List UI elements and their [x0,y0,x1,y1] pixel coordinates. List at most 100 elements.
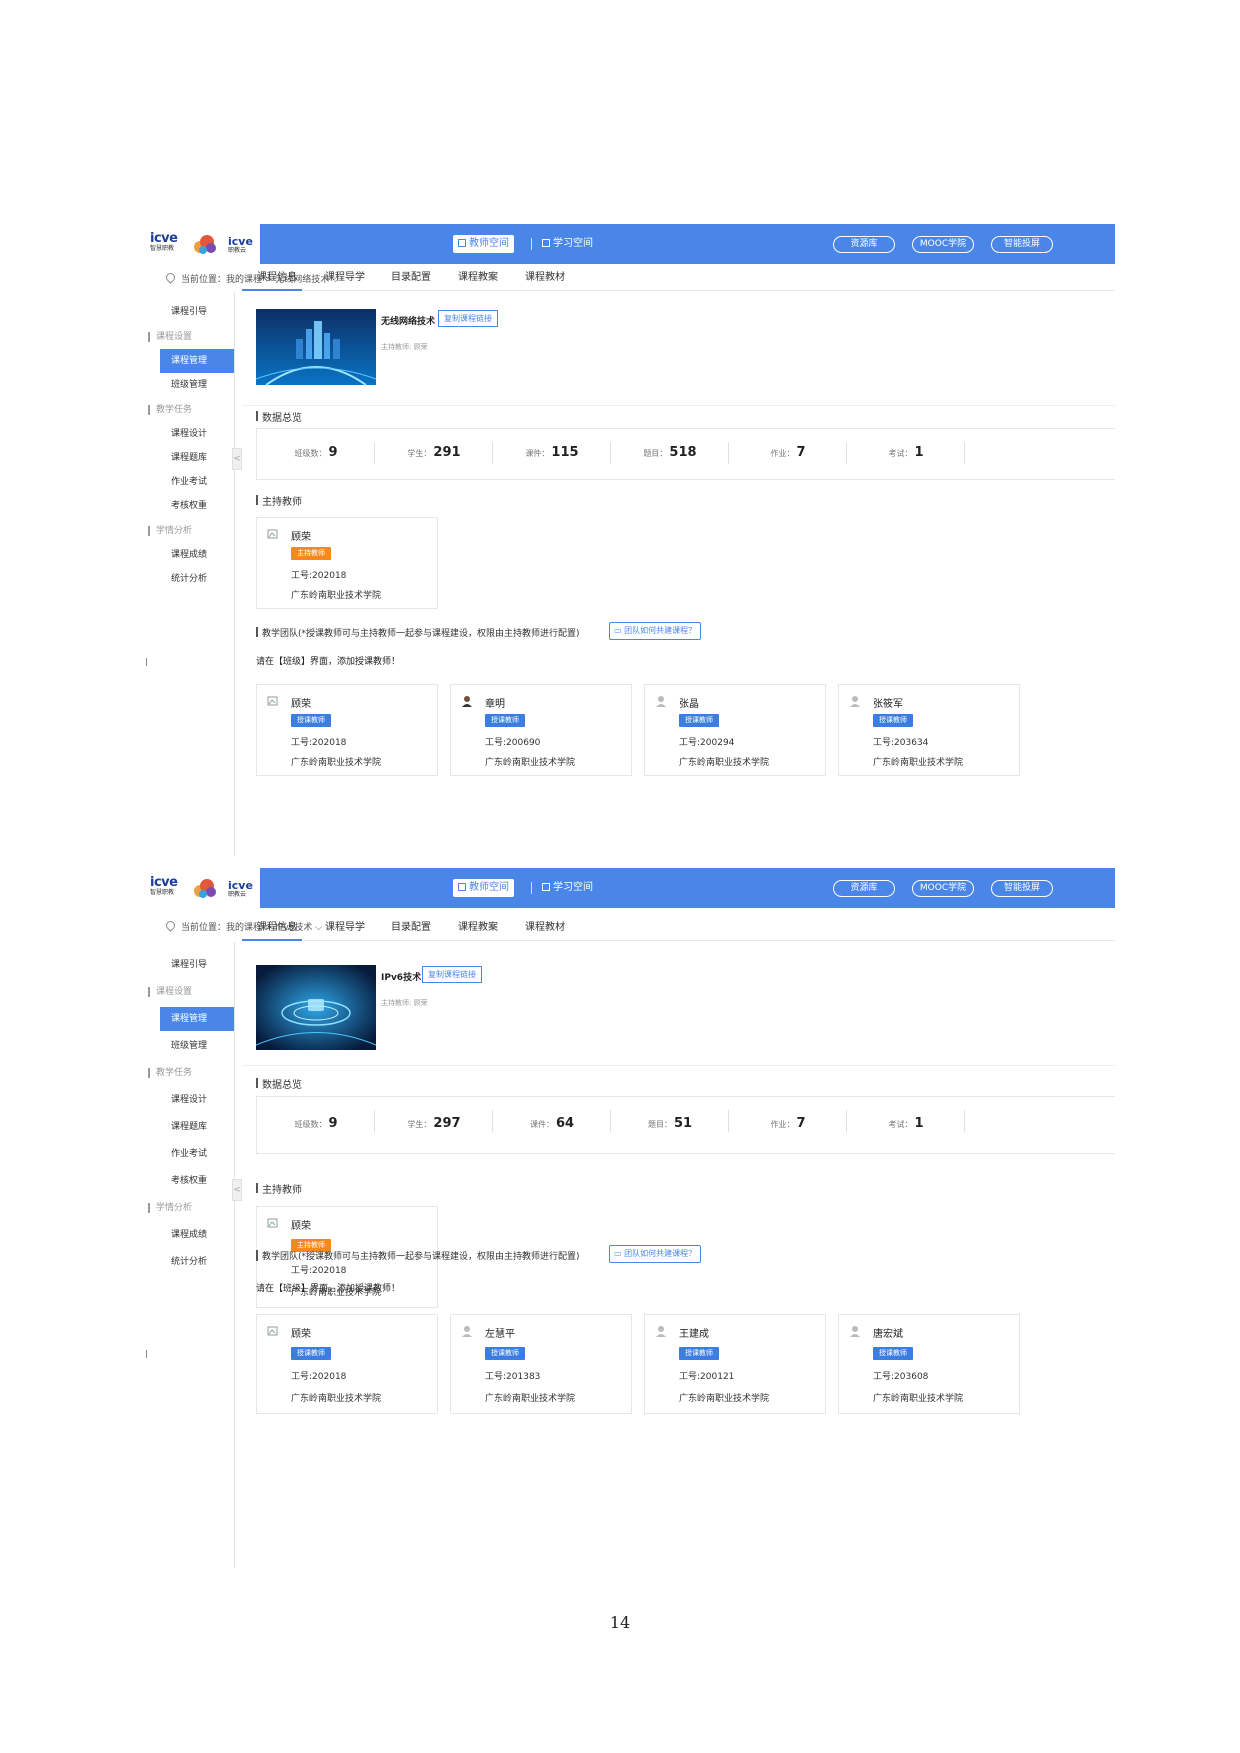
team-card[interactable]: 章明 授课教师 工号:200690 广东岭南职业技术学院 [450,684,632,776]
mooc-button[interactable]: MOOC学院 [912,236,974,253]
teacher-name: 顾荣 [291,699,311,710]
smart-projection-button[interactable]: 智能投屏 [991,880,1053,897]
person-photo-icon [462,696,472,707]
stat-students: 学生： 297 [375,1097,493,1151]
logo-area[interactable]: icve 智慧职教 icve 职教云 [148,868,260,908]
sidebar-collapse-button[interactable]: < [232,448,242,470]
page-edge-mark [146,1350,147,1358]
sidebar-item-statistics[interactable]: 统计分析 [160,567,234,591]
host-teacher-heading: 主持教师 [256,493,302,508]
sidebar-item-class-management[interactable]: 班级管理 [160,373,234,397]
teaching-team-heading: 教学团队(*授课教师可与主持教师一起参与课程建设，权限由主持教师进行配置) [256,626,580,639]
teacher-school: 广东岭南职业技术学院 [291,591,382,601]
teacher-id: 工号:202018 [291,1266,347,1276]
teacher-id: 工号:200121 [679,1372,735,1382]
tab-divider [531,882,532,894]
user-silhouette-icon [462,1326,472,1337]
sidebar-item-course-grades[interactable]: 课程成绩 [160,1223,234,1247]
tab-course-guide[interactable]: 课程导学 [325,918,365,938]
active-tab-indicator [242,289,302,291]
stat-questions: 题目： 51 [611,1097,729,1151]
sidebar-item-course-design[interactable]: 课程设计 [160,422,234,446]
tab-course-info[interactable]: 课程信息 [257,268,297,288]
course-cover-image [256,309,376,385]
teacher-id: 工号:203608 [873,1372,929,1382]
icve-logo: icve 智慧职教 [150,875,178,896]
stat-courseware: 课件： 64 [493,1097,611,1151]
tab-catalog-config[interactable]: 目录配置 [391,268,431,288]
team-card[interactable]: 张晶 授课教师 工号:200294 广东岭南职业技术学院 [644,684,826,776]
study-space-tab[interactable]: 学习空间 [537,235,598,253]
tab-divider [531,238,532,250]
sidebar-group-course-settings: 课程设置 [148,983,228,1001]
team-card[interactable]: 张筱军 授课教师 工号:203634 广东岭南职业技术学院 [838,684,1020,776]
add-lecturer-note: 请在【班级】界面，添加授课教师！ [256,1284,401,1294]
teacher-name: 王建成 [679,1329,709,1340]
tab-course-guide[interactable]: 课程导学 [325,268,365,288]
sidebar-item-course-management[interactable]: 课程管理 [160,349,234,373]
stat-homework: 作业： 7 [729,1097,847,1151]
sidebar-group-learning-analysis: 学情分析 [148,1199,228,1217]
teacher-space-tab[interactable]: 教师空间 [453,235,514,253]
logo-area[interactable]: icve 智慧职教 icve 职教云 [148,224,260,264]
broken-image-icon [267,1218,278,1228]
study-space-tab[interactable]: 学习空间 [537,879,598,897]
copy-course-link-button[interactable]: 复制课程链接 [438,310,498,327]
copy-course-link-button[interactable]: 复制课程链接 [422,966,482,983]
location-pin-icon [164,919,177,932]
tab-lesson-plans[interactable]: 课程教案 [458,918,498,938]
sidebar-item-course-guide[interactable]: 课程引导 [160,953,234,977]
teacher-school: 广东岭南职业技术学院 [291,758,382,768]
sidebar-item-course-guide[interactable]: 课程引导 [160,300,234,324]
teacher-space-tab[interactable]: 教师空间 [453,879,514,897]
user-silhouette-icon [656,696,666,707]
teacher-id: 工号:200294 [679,738,735,748]
book-icon [542,883,550,891]
screenshot-ipv6-course: icve 智慧职教 icve 职教云 教师空间 学习空间 资源库 MOOC学院 智能… [148,868,1115,1568]
smart-projection-button[interactable]: 智能投屏 [991,236,1053,253]
sidebar-item-course-management[interactable]: 课程管理 [160,1007,234,1031]
teacher-id: 工号:202018 [291,738,347,748]
sidebar-item-assessment-weight[interactable]: 考核权重 [160,494,234,518]
sidebar-item-statistics[interactable]: 统计分析 [160,1250,234,1274]
sidebar-collapse-button[interactable]: < [232,1179,242,1201]
teacher-id: 工号:202018 [291,1372,347,1382]
tab-textbooks[interactable]: 课程教材 [525,268,565,288]
teacher-school: 广东岭南职业技术学院 [485,758,576,768]
tab-catalog-config[interactable]: 目录配置 [391,918,431,938]
host-teacher-badge: 主持教师 [291,547,331,560]
team-card[interactable]: 左慧平 授课教师 工号:201383 广东岭南职业技术学院 [450,1314,632,1414]
sidebar-item-course-design[interactable]: 课程设计 [160,1088,234,1112]
sidebar-item-assessment-weight[interactable]: 考核权重 [160,1169,234,1193]
teacher-school: 广东岭南职业技术学院 [679,1394,770,1404]
stats-panel: 班级数： 9 学生： 297 课件： 64 题目： 51 作业： 7 考试： 1 [256,1096,1115,1154]
data-overview-heading: 数据总览 [256,1076,302,1091]
tab-course-info[interactable]: 课程信息 [257,918,297,938]
team-help-button[interactable]: ▭ 团队如何共建课程？ [609,1245,702,1263]
host-teacher-card[interactable]: 顾荣 主持教师 工号:202018 广东岭南职业技术学院 [256,517,438,609]
lecturer-badge: 授课教师 [291,1347,331,1360]
lecturer-badge: 授课教师 [485,714,525,727]
team-card[interactable]: 唐宏斌 授课教师 工号:203608 广东岭南职业技术学院 [838,1314,1020,1414]
mooc-button[interactable]: MOOC学院 [912,880,974,897]
sidebar-item-homework-exams[interactable]: 作业考试 [160,1142,234,1166]
stat-exams: 考试： 1 [847,1097,965,1151]
sidebar-item-homework-exams[interactable]: 作业考试 [160,470,234,494]
team-card[interactable]: 顾荣 授课教师 工号:202018 广东岭南职业技术学院 [256,1314,438,1414]
sidebar: 课程引导 课程设置 课程管理 班级管理 教学任务 课程设计 课程题库 作业考试 … [148,292,235,856]
resource-library-button[interactable]: 资源库 [833,236,895,253]
sidebar-group-teaching-tasks: 教学任务 [148,401,228,419]
sidebar-item-class-management[interactable]: 班级管理 [160,1034,234,1058]
sidebar-item-course-grades[interactable]: 课程成绩 [160,543,234,567]
sidebar-item-question-bank[interactable]: 课程题库 [160,1115,234,1139]
stats-panel: 班级数： 9 学生： 291 课件： 115 题目： 518 作业： 7 考试： 1 [256,428,1115,480]
team-card[interactable]: 王建成 授课教师 工号:200121 广东岭南职业技术学院 [644,1314,826,1414]
stat-classes: 班级数： 9 [257,429,375,477]
team-help-button[interactable]: ▭ 团队如何共建课程？ [609,622,702,640]
resource-library-button[interactable]: 资源库 [833,880,895,897]
tab-lesson-plans[interactable]: 课程教案 [458,268,498,288]
tab-textbooks[interactable]: 课程教材 [525,918,565,938]
stat-students: 学生： 291 [375,429,493,477]
team-card[interactable]: 顾荣 授课教师 工号:202018 广东岭南职业技术学院 [256,684,438,776]
sidebar-item-question-bank[interactable]: 课程题库 [160,446,234,470]
